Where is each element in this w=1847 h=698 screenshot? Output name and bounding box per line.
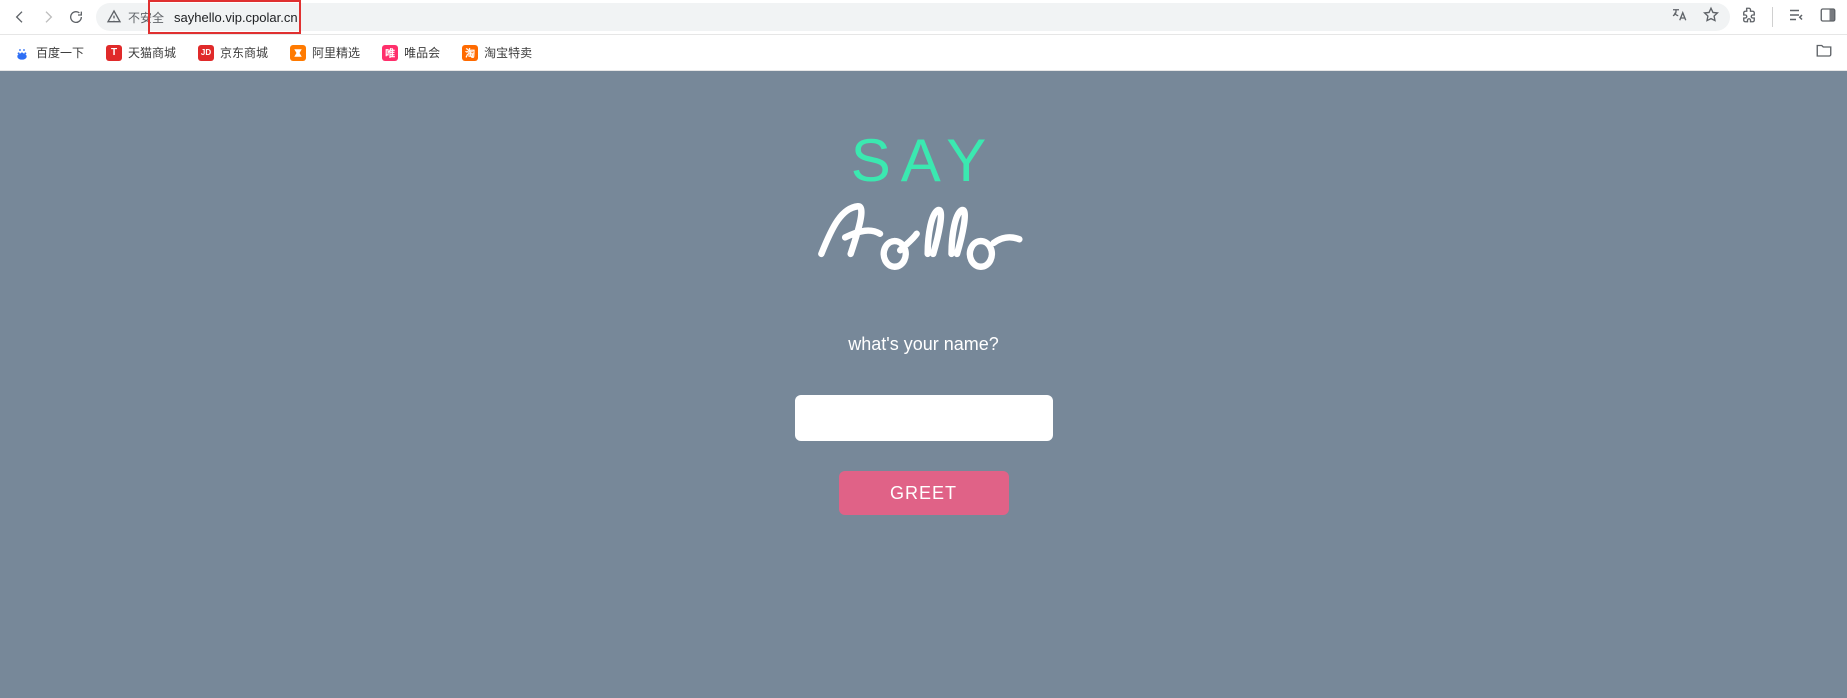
vip-icon: 唯 <box>382 45 398 61</box>
toolbar-divider <box>1772 7 1773 27</box>
translate-icon[interactable] <box>1670 6 1688 29</box>
reload-button[interactable] <box>62 3 90 31</box>
tmall-icon: T <box>106 45 122 61</box>
extensions-icon[interactable] <box>1740 6 1758 29</box>
arrow-right-icon <box>40 9 56 25</box>
side-panel-icon[interactable] <box>1819 6 1837 29</box>
browser-chrome: 不安全 sayhello.vip.cpolar.cn <box>0 0 1847 35</box>
security-label: 不安全 <box>128 9 164 26</box>
forward-button[interactable] <box>34 3 62 31</box>
bookmark-label: 百度一下 <box>36 44 84 61</box>
greet-button[interactable]: GREET <box>839 471 1009 515</box>
bookmark-label: 阿里精选 <box>312 44 360 61</box>
taobao-icon: 淘 <box>462 45 478 61</box>
bookmark-label: 淘宝特卖 <box>484 44 532 61</box>
back-button[interactable] <box>6 3 34 31</box>
bookmark-star-icon[interactable] <box>1702 6 1720 29</box>
url-text: sayhello.vip.cpolar.cn <box>174 10 298 25</box>
chrome-toolbar-right <box>1740 6 1841 29</box>
reading-list-icon[interactable] <box>1787 6 1805 29</box>
name-input[interactable] <box>795 395 1053 441</box>
prompt-text: what's your name? <box>848 334 999 355</box>
arrow-left-icon <box>12 9 28 25</box>
bookmark-label: 唯品会 <box>404 44 440 61</box>
bookmark-baidu[interactable]: 百度一下 <box>14 44 84 61</box>
ali-icon <box>290 45 306 61</box>
all-bookmarks-icon[interactable] <box>1815 41 1833 64</box>
reload-icon <box>68 9 84 25</box>
bookmark-jd[interactable]: JD 京东商城 <box>198 44 268 61</box>
hello-script-icon <box>814 189 1034 273</box>
bookmarks-bar: 百度一下 T 天猫商城 JD 京东商城 阿里精选 唯 唯品会 淘 淘宝特卖 <box>0 35 1847 71</box>
title-hello <box>814 189 1034 278</box>
jd-icon: JD <box>198 45 214 61</box>
bookmark-taobao[interactable]: 淘 淘宝特卖 <box>462 44 532 61</box>
bookmark-label: 天猫商城 <box>128 44 176 61</box>
baidu-icon <box>14 45 30 61</box>
bookmark-ali[interactable]: 阿里精选 <box>290 44 360 61</box>
address-bar[interactable]: 不安全 sayhello.vip.cpolar.cn <box>96 3 1730 31</box>
not-secure-icon <box>106 9 122 25</box>
bookmark-vip[interactable]: 唯 唯品会 <box>382 44 440 61</box>
page-content: SAY what's your name? GREET <box>0 71 1847 698</box>
title-say: SAY <box>851 126 997 195</box>
bookmark-tmall[interactable]: T 天猫商城 <box>106 44 176 61</box>
bookmark-label: 京东商城 <box>220 44 268 61</box>
